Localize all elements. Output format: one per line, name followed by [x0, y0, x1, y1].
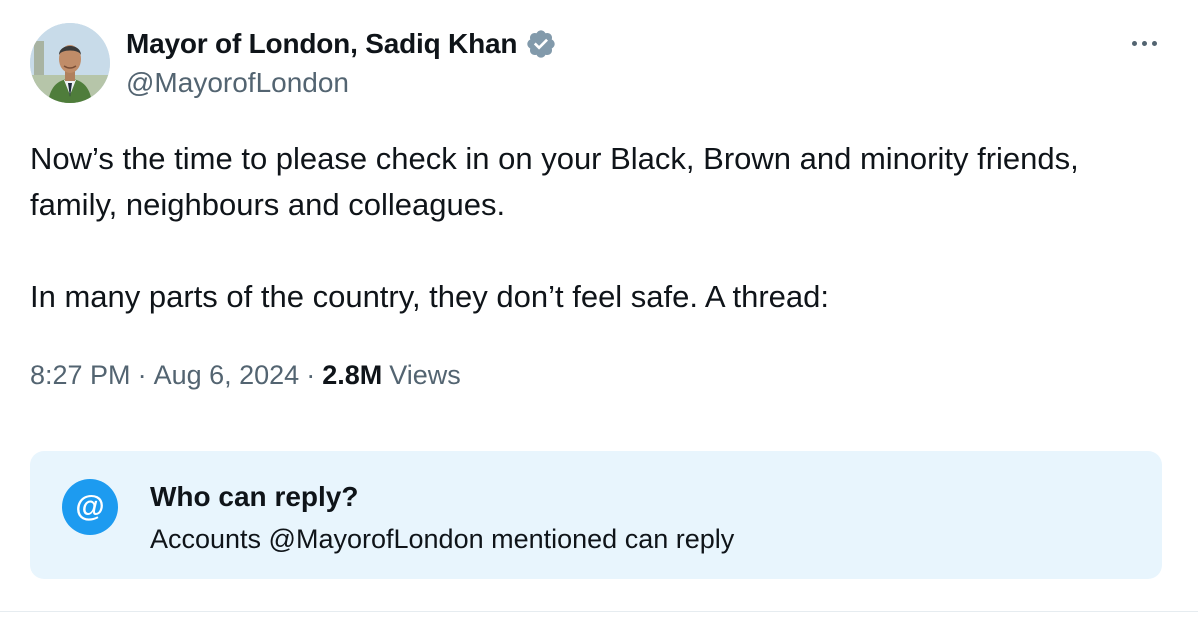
reply-restriction-description: Accounts @MayorofLondon mentioned can re… [150, 524, 735, 554]
reply-restriction-title: Who can reply? [150, 481, 359, 512]
tweet-date[interactable]: Aug 6, 2024 [154, 358, 300, 392]
views-label: Views [389, 360, 461, 390]
tweet-time[interactable]: 8:27 PM [30, 358, 131, 392]
author-name-row: Mayor of London, Sadiq Khan [126, 27, 557, 61]
avatar-image [30, 23, 110, 103]
reply-restriction-box: @ Who can reply? Accounts @MayorofLondon… [30, 451, 1162, 579]
verified-badge-icon[interactable] [525, 28, 557, 60]
display-name[interactable]: Mayor of London, Sadiq Khan [126, 27, 517, 61]
divider [0, 611, 1198, 612]
more-horizontal-icon[interactable] [1124, 30, 1164, 56]
handle[interactable]: @MayorofLondon [126, 66, 349, 100]
tweet-paragraph-2: In many parts of the country, they don’t… [30, 279, 830, 314]
tweet-paragraph-1: Now’s the time to please check in on you… [30, 141, 1079, 222]
views-count: 2.8M [322, 360, 383, 390]
tweet-text: Now’s the time to please check in on you… [30, 136, 1150, 320]
tweet-card: Mayor of London, Sadiq Khan @MayorofLond… [0, 0, 1198, 618]
tweet-metadata: 8:27 PM · Aug 6, 2024 · 2.8M Views [30, 358, 461, 392]
avatar[interactable] [30, 23, 110, 103]
separator-dot: · [137, 360, 147, 390]
at-icon: @ [62, 479, 118, 535]
separator-dot: · [306, 360, 316, 390]
